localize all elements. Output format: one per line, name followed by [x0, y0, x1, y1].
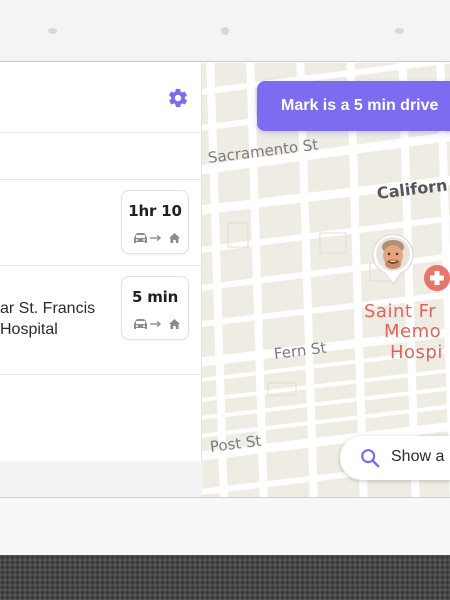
ambient-sensor [48, 28, 57, 34]
car-icon [134, 319, 147, 329]
car-icon [134, 233, 147, 243]
panel-footer [0, 461, 202, 497]
search-icon [361, 449, 380, 468]
smart-display-device: 1hr 10 5 min ar St. Francis Hospital Sac… [0, 0, 450, 600]
routes-panel: 1hr 10 5 min ar St. Francis Hospital [0, 63, 202, 497]
bottom-bezel [0, 497, 450, 555]
eta-card: 1hr 10 [121, 190, 189, 254]
home-icon [169, 233, 180, 243]
eta-time: 1hr 10 [128, 202, 182, 220]
driver-status-banner[interactable]: Mark is a 5 min drive [257, 81, 450, 131]
display-screen: 1hr 10 5 min ar St. Francis Hospital Sac… [0, 63, 450, 497]
divider [0, 374, 202, 375]
show-all-button[interactable]: Show a [340, 436, 450, 480]
poi-name-line: Memo [384, 321, 442, 342]
arrow-right-icon [150, 320, 162, 328]
top-bezel [0, 0, 450, 62]
arrow-right-icon [150, 234, 162, 242]
poi-name-line: Saint Fr [364, 301, 437, 322]
person-avatar-pin[interactable] [371, 233, 415, 285]
speaker-fabric [0, 555, 450, 600]
eta-time: 5 min [131, 288, 179, 306]
home-icon [169, 319, 180, 329]
travel-mode-icons [134, 233, 180, 243]
route-row-1[interactable]: 1hr 10 [0, 180, 202, 265]
eta-card: 5 min [121, 276, 189, 340]
medical-cross-icon[interactable] [424, 265, 450, 291]
camera-lens [221, 27, 229, 35]
destination-name: ar St. Francis Hospital [0, 300, 96, 338]
ambient-sensor-right [395, 28, 404, 34]
panel-header [0, 63, 202, 133]
travel-mode-icons [134, 319, 180, 329]
gear-icon[interactable] [167, 87, 189, 109]
poi-name-line: Hospi [390, 342, 443, 363]
show-all-label: Show a [391, 448, 445, 465]
